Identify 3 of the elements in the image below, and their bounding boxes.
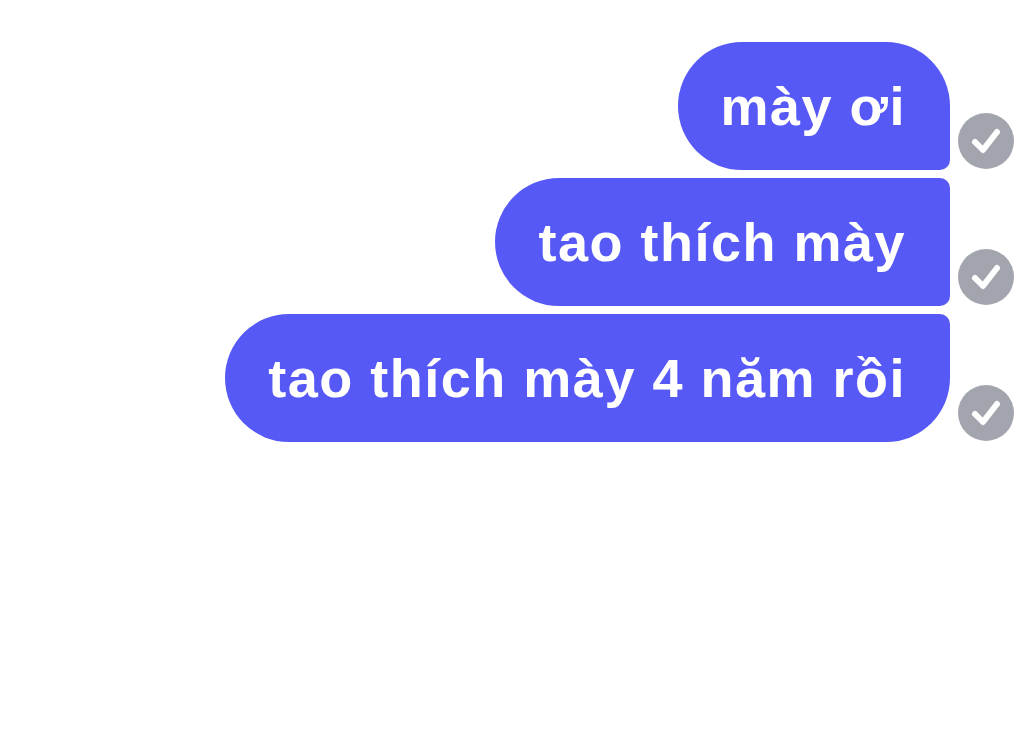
message-bubble: tao thích mày 4 năm rồi: [225, 314, 950, 442]
message-bubble: tao thích mày: [495, 178, 950, 306]
message-bubble: mày ơi: [677, 42, 950, 170]
